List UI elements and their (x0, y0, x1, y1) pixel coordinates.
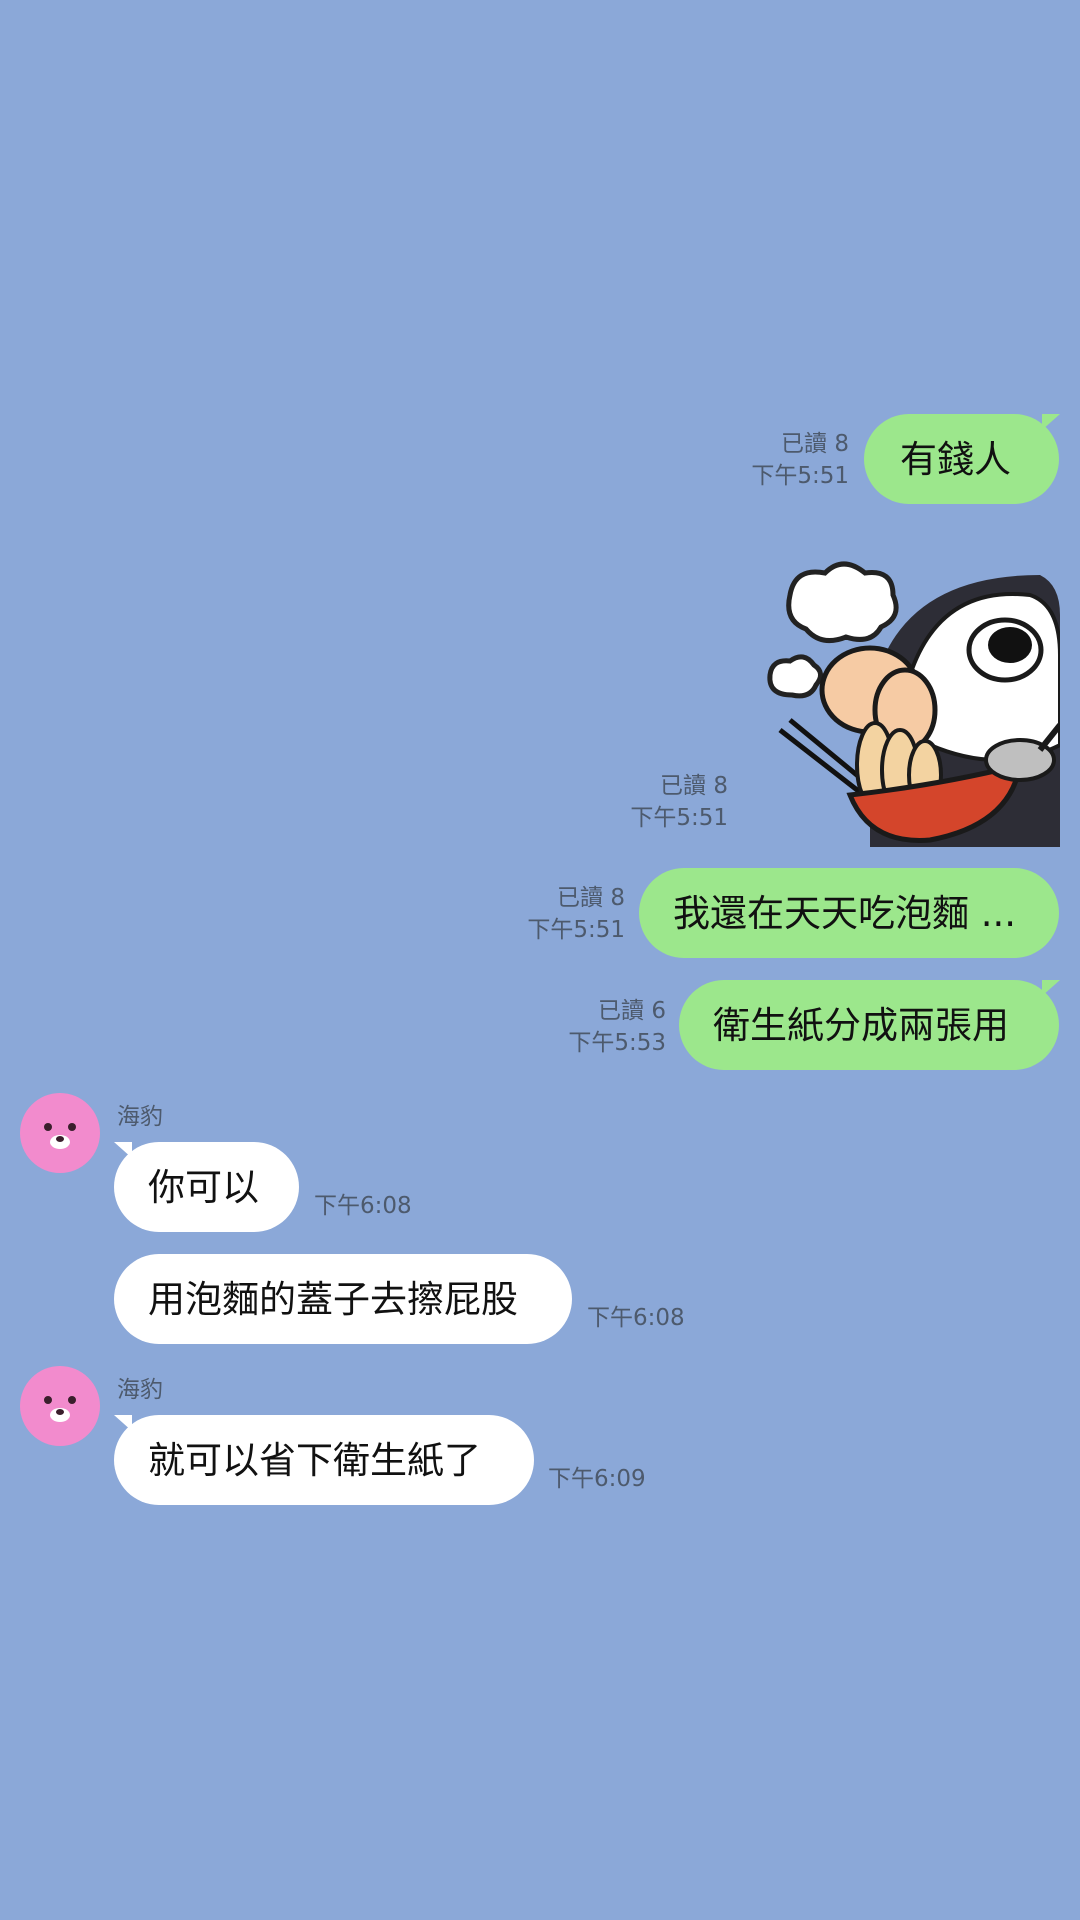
message-text: 用泡麵的蓋子去擦屁股 (148, 1277, 518, 1321)
message-time: 下午6:08 (314, 1193, 412, 1219)
message-time: 下午5:51 (751, 463, 849, 489)
penguin-eating-noodles-sticker[interactable] (760, 555, 1060, 847)
sender-name: 海豹 (117, 1104, 163, 1130)
message-text: 就可以省下衛生紙了 (148, 1438, 481, 1482)
message-text: 我還在天天吃泡麵 ... (673, 891, 1017, 935)
message-time: 下午6:09 (548, 1466, 646, 1492)
message-bubble[interactable]: 就可以省下衛生紙了 (114, 1415, 534, 1505)
message-bubble[interactable]: 你可以 (114, 1142, 299, 1232)
message-meta: 已讀 8 下午5:51 (700, 428, 849, 492)
sender-name: 海豹 (117, 1377, 163, 1403)
message-text: 有錢人 (900, 437, 1011, 481)
message-time: 下午5:53 (568, 1030, 666, 1056)
message-meta: 已讀 8 下午5:51 (475, 882, 625, 946)
bubble-tail (1042, 980, 1060, 996)
message-bubble[interactable]: 用泡麵的蓋子去擦屁股 (114, 1254, 572, 1344)
avatar[interactable] (20, 1366, 100, 1446)
read-receipt: 已讀 8 (660, 773, 728, 799)
message-time: 下午6:08 (587, 1305, 685, 1331)
message-time: 下午5:51 (527, 917, 625, 943)
message-bubble[interactable]: 衛生紙分成兩張用 (679, 980, 1059, 1070)
message-text: 衛生紙分成兩張用 (713, 1003, 1009, 1047)
message-bubble[interactable]: 我還在天天吃泡麵 ... (639, 868, 1059, 958)
message-meta: 已讀 8 下午5:51 (578, 770, 728, 834)
avatar[interactable] (20, 1093, 100, 1173)
message-meta: 已讀 6 下午5:53 (516, 995, 666, 1059)
bubble-tail (1042, 414, 1060, 430)
read-receipt: 已讀 8 (557, 885, 625, 911)
read-receipt: 已讀 6 (598, 998, 666, 1024)
message-text: 你可以 (148, 1165, 259, 1209)
read-receipt: 已讀 8 (781, 431, 849, 457)
message-time: 下午5:51 (630, 805, 728, 831)
message-bubble[interactable]: 有錢人 (864, 414, 1059, 504)
